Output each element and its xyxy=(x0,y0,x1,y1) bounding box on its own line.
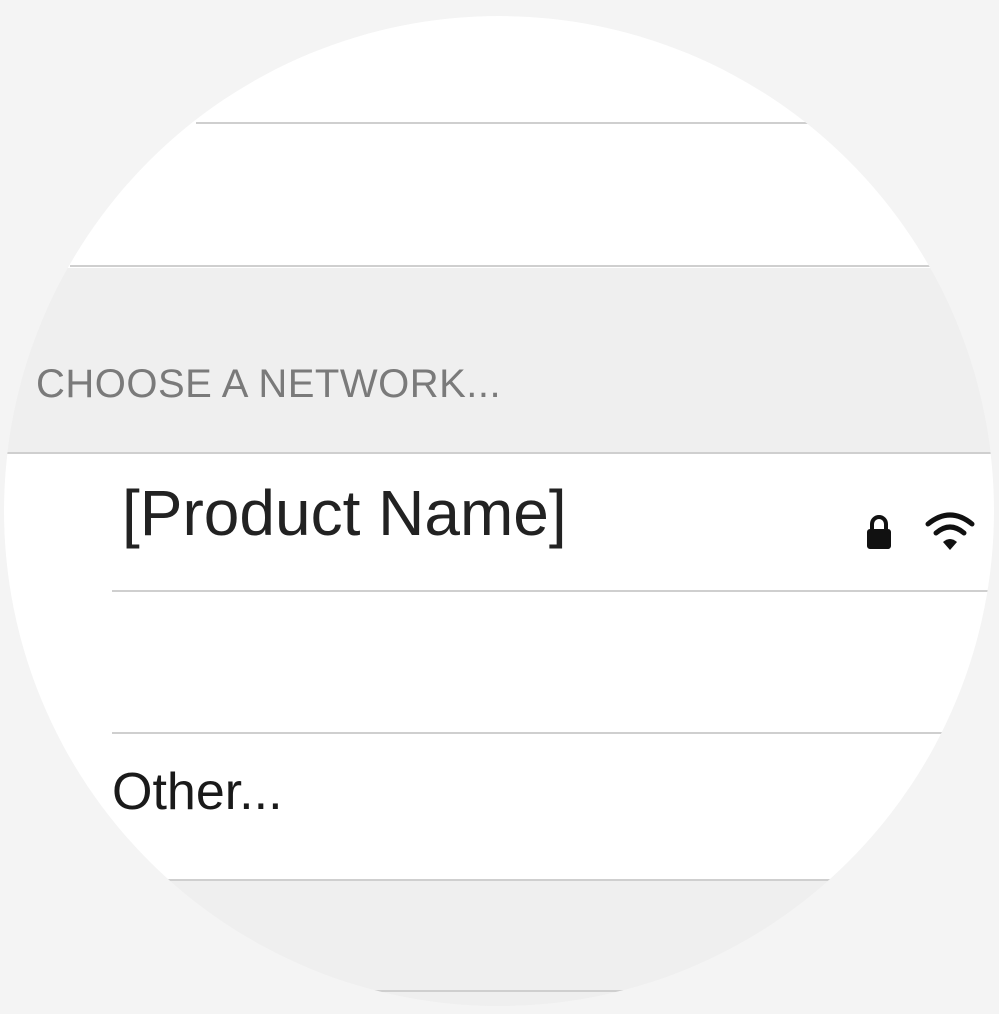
zoomed-wifi-settings: CHOOSE A NETWORK... [Product Name] Other… xyxy=(0,0,999,1014)
bottom-section-area xyxy=(4,881,994,1006)
magnifier-circle: CHOOSE A NETWORK... [Product Name] Other… xyxy=(4,16,994,1006)
row-separator xyxy=(330,990,670,992)
network-name: [Product Name] xyxy=(122,477,567,549)
previous-rows xyxy=(4,16,994,268)
section-header-area xyxy=(4,268,994,453)
row-separator xyxy=(196,122,816,124)
other-network-label: Other... xyxy=(112,763,283,821)
row-separator xyxy=(70,265,940,267)
wifi-icon xyxy=(925,512,975,550)
lock-icon xyxy=(867,515,891,549)
content-canvas: CHOOSE A NETWORK... [Product Name] Other… xyxy=(4,16,994,1006)
section-header: CHOOSE A NETWORK... xyxy=(36,362,502,406)
empty-network-row xyxy=(4,592,994,732)
